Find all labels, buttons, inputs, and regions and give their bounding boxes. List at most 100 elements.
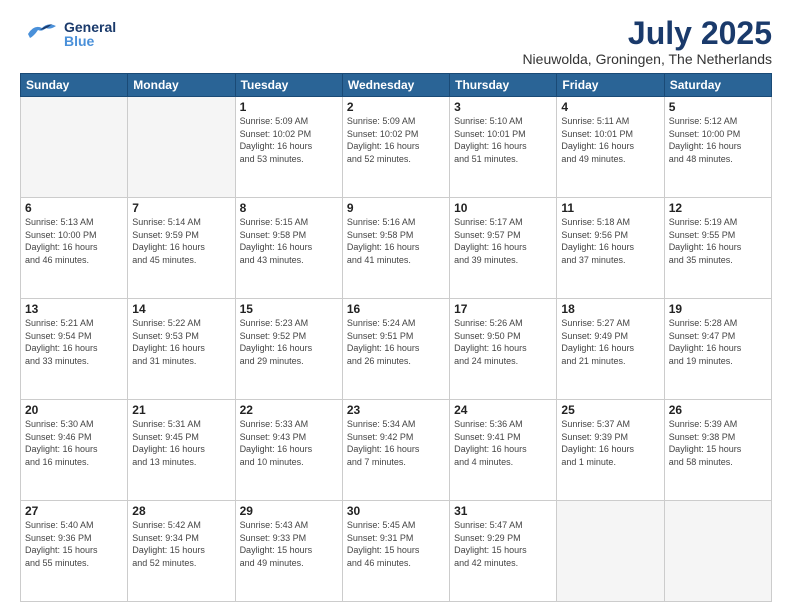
day-info: Sunrise: 5:15 AM Sunset: 9:58 PM Dayligh…	[240, 216, 338, 266]
calendar-cell: 21Sunrise: 5:31 AM Sunset: 9:45 PM Dayli…	[128, 400, 235, 501]
month-title: July 2025	[522, 16, 772, 51]
day-info: Sunrise: 5:31 AM Sunset: 9:45 PM Dayligh…	[132, 418, 230, 468]
day-info: Sunrise: 5:24 AM Sunset: 9:51 PM Dayligh…	[347, 317, 445, 367]
calendar-cell: 17Sunrise: 5:26 AM Sunset: 9:50 PM Dayli…	[450, 299, 557, 400]
day-number: 10	[454, 201, 552, 215]
day-info: Sunrise: 5:34 AM Sunset: 9:42 PM Dayligh…	[347, 418, 445, 468]
day-number: 6	[25, 201, 123, 215]
calendar-cell: 29Sunrise: 5:43 AM Sunset: 9:33 PM Dayli…	[235, 501, 342, 602]
day-info: Sunrise: 5:09 AM Sunset: 10:02 PM Daylig…	[240, 115, 338, 165]
day-number: 3	[454, 100, 552, 114]
day-info: Sunrise: 5:12 AM Sunset: 10:00 PM Daylig…	[669, 115, 767, 165]
calendar-cell: 3Sunrise: 5:10 AM Sunset: 10:01 PM Dayli…	[450, 97, 557, 198]
day-info: Sunrise: 5:33 AM Sunset: 9:43 PM Dayligh…	[240, 418, 338, 468]
col-sunday: Sunday	[21, 74, 128, 97]
logo: General Blue	[20, 16, 116, 52]
day-info: Sunrise: 5:22 AM Sunset: 9:53 PM Dayligh…	[132, 317, 230, 367]
day-number: 31	[454, 504, 552, 518]
calendar-cell: 11Sunrise: 5:18 AM Sunset: 9:56 PM Dayli…	[557, 198, 664, 299]
calendar-cell: 28Sunrise: 5:42 AM Sunset: 9:34 PM Dayli…	[128, 501, 235, 602]
day-info: Sunrise: 5:42 AM Sunset: 9:34 PM Dayligh…	[132, 519, 230, 569]
day-number: 23	[347, 403, 445, 417]
calendar-cell	[21, 97, 128, 198]
col-saturday: Saturday	[664, 74, 771, 97]
header: General Blue July 2025 Nieuwolda, Gronin…	[20, 16, 772, 67]
calendar-cell: 5Sunrise: 5:12 AM Sunset: 10:00 PM Dayli…	[664, 97, 771, 198]
calendar: Sunday Monday Tuesday Wednesday Thursday…	[20, 73, 772, 602]
calendar-cell: 31Sunrise: 5:47 AM Sunset: 9:29 PM Dayli…	[450, 501, 557, 602]
day-info: Sunrise: 5:14 AM Sunset: 9:59 PM Dayligh…	[132, 216, 230, 266]
day-number: 12	[669, 201, 767, 215]
day-number: 2	[347, 100, 445, 114]
calendar-cell: 8Sunrise: 5:15 AM Sunset: 9:58 PM Daylig…	[235, 198, 342, 299]
day-info: Sunrise: 5:23 AM Sunset: 9:52 PM Dayligh…	[240, 317, 338, 367]
day-number: 26	[669, 403, 767, 417]
day-info: Sunrise: 5:36 AM Sunset: 9:41 PM Dayligh…	[454, 418, 552, 468]
day-number: 28	[132, 504, 230, 518]
col-wednesday: Wednesday	[342, 74, 449, 97]
calendar-week-row: 1Sunrise: 5:09 AM Sunset: 10:02 PM Dayli…	[21, 97, 772, 198]
logo-text: General Blue	[64, 20, 116, 48]
day-info: Sunrise: 5:40 AM Sunset: 9:36 PM Dayligh…	[25, 519, 123, 569]
day-info: Sunrise: 5:17 AM Sunset: 9:57 PM Dayligh…	[454, 216, 552, 266]
day-number: 22	[240, 403, 338, 417]
day-info: Sunrise: 5:16 AM Sunset: 9:58 PM Dayligh…	[347, 216, 445, 266]
calendar-cell: 13Sunrise: 5:21 AM Sunset: 9:54 PM Dayli…	[21, 299, 128, 400]
day-number: 4	[561, 100, 659, 114]
day-number: 14	[132, 302, 230, 316]
day-number: 15	[240, 302, 338, 316]
calendar-cell: 30Sunrise: 5:45 AM Sunset: 9:31 PM Dayli…	[342, 501, 449, 602]
calendar-cell: 10Sunrise: 5:17 AM Sunset: 9:57 PM Dayli…	[450, 198, 557, 299]
calendar-cell: 20Sunrise: 5:30 AM Sunset: 9:46 PM Dayli…	[21, 400, 128, 501]
day-number: 30	[347, 504, 445, 518]
day-number: 13	[25, 302, 123, 316]
calendar-cell: 15Sunrise: 5:23 AM Sunset: 9:52 PM Dayli…	[235, 299, 342, 400]
day-number: 20	[25, 403, 123, 417]
day-info: Sunrise: 5:19 AM Sunset: 9:55 PM Dayligh…	[669, 216, 767, 266]
col-thursday: Thursday	[450, 74, 557, 97]
col-monday: Monday	[128, 74, 235, 97]
calendar-cell: 18Sunrise: 5:27 AM Sunset: 9:49 PM Dayli…	[557, 299, 664, 400]
day-number: 9	[347, 201, 445, 215]
day-info: Sunrise: 5:30 AM Sunset: 9:46 PM Dayligh…	[25, 418, 123, 468]
calendar-cell: 4Sunrise: 5:11 AM Sunset: 10:01 PM Dayli…	[557, 97, 664, 198]
calendar-cell: 27Sunrise: 5:40 AM Sunset: 9:36 PM Dayli…	[21, 501, 128, 602]
calendar-cell: 6Sunrise: 5:13 AM Sunset: 10:00 PM Dayli…	[21, 198, 128, 299]
calendar-cell: 16Sunrise: 5:24 AM Sunset: 9:51 PM Dayli…	[342, 299, 449, 400]
calendar-cell: 1Sunrise: 5:09 AM Sunset: 10:02 PM Dayli…	[235, 97, 342, 198]
calendar-cell: 12Sunrise: 5:19 AM Sunset: 9:55 PM Dayli…	[664, 198, 771, 299]
calendar-cell: 26Sunrise: 5:39 AM Sunset: 9:38 PM Dayli…	[664, 400, 771, 501]
calendar-header-row: Sunday Monday Tuesday Wednesday Thursday…	[21, 74, 772, 97]
page: General Blue July 2025 Nieuwolda, Gronin…	[0, 0, 792, 612]
col-tuesday: Tuesday	[235, 74, 342, 97]
calendar-cell	[664, 501, 771, 602]
day-number: 19	[669, 302, 767, 316]
day-number: 7	[132, 201, 230, 215]
day-number: 25	[561, 403, 659, 417]
day-info: Sunrise: 5:45 AM Sunset: 9:31 PM Dayligh…	[347, 519, 445, 569]
day-info: Sunrise: 5:43 AM Sunset: 9:33 PM Dayligh…	[240, 519, 338, 569]
calendar-cell: 24Sunrise: 5:36 AM Sunset: 9:41 PM Dayli…	[450, 400, 557, 501]
calendar-cell: 22Sunrise: 5:33 AM Sunset: 9:43 PM Dayli…	[235, 400, 342, 501]
calendar-cell: 23Sunrise: 5:34 AM Sunset: 9:42 PM Dayli…	[342, 400, 449, 501]
day-info: Sunrise: 5:09 AM Sunset: 10:02 PM Daylig…	[347, 115, 445, 165]
day-info: Sunrise: 5:13 AM Sunset: 10:00 PM Daylig…	[25, 216, 123, 266]
calendar-cell: 19Sunrise: 5:28 AM Sunset: 9:47 PM Dayli…	[664, 299, 771, 400]
calendar-cell	[128, 97, 235, 198]
logo-blue: Blue	[64, 34, 116, 48]
day-info: Sunrise: 5:26 AM Sunset: 9:50 PM Dayligh…	[454, 317, 552, 367]
day-info: Sunrise: 5:21 AM Sunset: 9:54 PM Dayligh…	[25, 317, 123, 367]
calendar-week-row: 27Sunrise: 5:40 AM Sunset: 9:36 PM Dayli…	[21, 501, 772, 602]
day-number: 5	[669, 100, 767, 114]
day-number: 29	[240, 504, 338, 518]
day-info: Sunrise: 5:18 AM Sunset: 9:56 PM Dayligh…	[561, 216, 659, 266]
day-info: Sunrise: 5:28 AM Sunset: 9:47 PM Dayligh…	[669, 317, 767, 367]
day-number: 18	[561, 302, 659, 316]
logo-general: General	[64, 20, 116, 34]
calendar-cell: 2Sunrise: 5:09 AM Sunset: 10:02 PM Dayli…	[342, 97, 449, 198]
day-number: 27	[25, 504, 123, 518]
location-title: Nieuwolda, Groningen, The Netherlands	[522, 51, 772, 67]
calendar-week-row: 20Sunrise: 5:30 AM Sunset: 9:46 PM Dayli…	[21, 400, 772, 501]
day-info: Sunrise: 5:37 AM Sunset: 9:39 PM Dayligh…	[561, 418, 659, 468]
day-number: 16	[347, 302, 445, 316]
